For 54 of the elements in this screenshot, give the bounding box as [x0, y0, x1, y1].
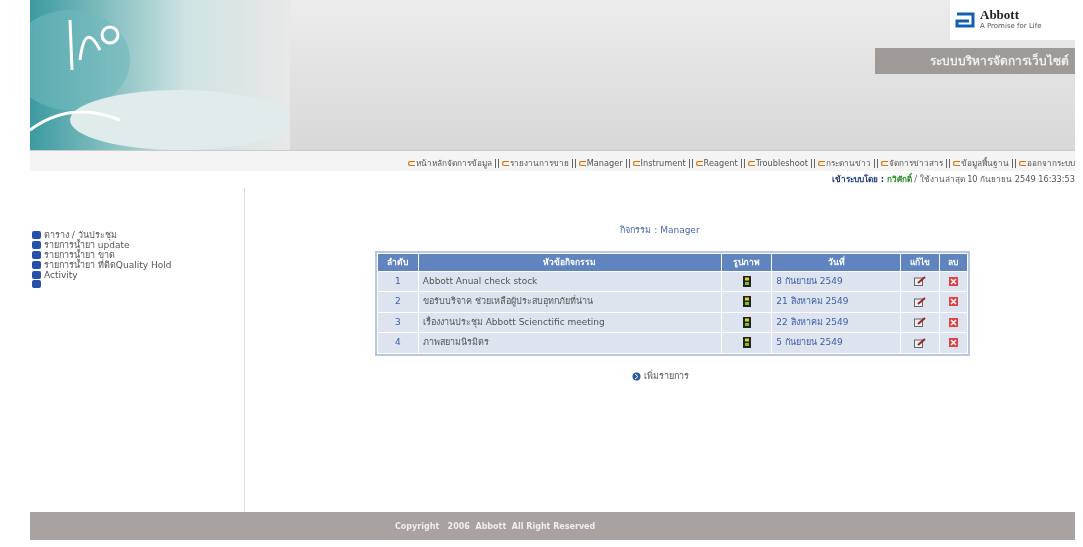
image-icon[interactable] — [742, 337, 751, 349]
login-label: เข้าระบบโดย : — [831, 174, 884, 185]
table-cell: 3 — [378, 312, 418, 333]
table-cell: ขอรับบริจาค ช่วยเหลือผู้ประสบอุทกภัยที่น่าน — [418, 292, 722, 312]
logo-icon — [954, 11, 976, 29]
edit-icon[interactable] — [913, 296, 926, 307]
column-header: แก้ไข — [900, 254, 939, 271]
sidebar-item[interactable]: รายการน้ำยา update — [32, 239, 244, 250]
image-icon[interactable] — [742, 316, 751, 328]
menu-link[interactable]: หน้าหลักจัดการข้อมูล — [407, 158, 492, 168]
table-cell: เรื่องงานประชุม Abbott Scienctific meeting — [418, 312, 722, 333]
table-cell: 21 สิงหาคม 2549 — [772, 292, 900, 312]
table-cell: 8 กันยายน 2549 — [772, 271, 900, 292]
table-cell: 22 สิงหาคม 2549 — [772, 312, 900, 333]
edit-icon[interactable] — [913, 276, 926, 287]
menu-link[interactable]: รายงานการขาย — [501, 158, 569, 168]
table-cell: 4 — [378, 333, 418, 353]
column-header: รูปภาพ — [722, 254, 772, 271]
column-header: หัวข้อกิจกรรม — [418, 254, 722, 271]
table-cell: 5 กันยายน 2549 — [772, 333, 900, 353]
column-header: ลำดับ — [378, 254, 418, 271]
menu-link[interactable]: ข้อมูลพื้นฐาน — [953, 158, 1009, 168]
page-title: กิจกรรม : Manager — [620, 223, 700, 237]
table-cell: Abbott Anual check stock — [418, 271, 722, 292]
footer-text: Copyright 2006 Abbott All Right Reserved — [30, 512, 1075, 540]
column-header: ลบ — [939, 254, 967, 271]
menu-link[interactable]: กระดานข่าว — [818, 158, 871, 168]
table-cell: ภาพสยามนิรมิตร — [418, 333, 722, 353]
menu-link[interactable]: ออกจากระบบ — [1019, 158, 1075, 168]
menu-link[interactable]: Reagent — [695, 158, 738, 168]
table-cell: 1 — [378, 271, 418, 292]
image-icon[interactable] — [742, 296, 751, 308]
delete-icon[interactable] — [948, 276, 958, 286]
add-item-link[interactable]: เพิ่มรายการ — [631, 369, 689, 384]
menu-link[interactable]: Manager — [578, 158, 623, 168]
column-header: วันที่ — [772, 254, 900, 271]
sidebar-item[interactable]: รายการน้ำยา ที่ติดQuality Hold — [32, 259, 244, 270]
delete-icon[interactable] — [948, 338, 958, 348]
delete-icon[interactable] — [948, 297, 958, 307]
logo-text: Abbott — [980, 8, 1020, 22]
menu-link[interactable]: Instrument — [632, 158, 686, 168]
menu-link[interactable]: จัดการข่าวสาร — [881, 158, 943, 168]
last-used-text: / ใช้งานล่าสุด 10 กันยายน 2549 16:33:53 — [914, 174, 1075, 185]
menu-link[interactable]: Troubleshoot — [747, 158, 808, 168]
delete-icon[interactable] — [948, 317, 958, 327]
user-name: กวิศักดิ์ — [886, 174, 912, 185]
image-icon[interactable] — [742, 275, 751, 287]
edit-icon[interactable] — [913, 337, 926, 348]
banner-title: ระบบบริหารจัดการเว็บไซต์ — [875, 48, 1075, 74]
edit-icon[interactable] — [913, 317, 926, 328]
table-cell: 2 — [378, 292, 418, 312]
sidebar-item[interactable]: ตาราง / วันประชุม — [32, 229, 244, 240]
sidebar-item[interactable]: Activity — [32, 269, 244, 280]
sidebar-item[interactable]: รายการน้ำยา ขาด — [32, 249, 244, 260]
